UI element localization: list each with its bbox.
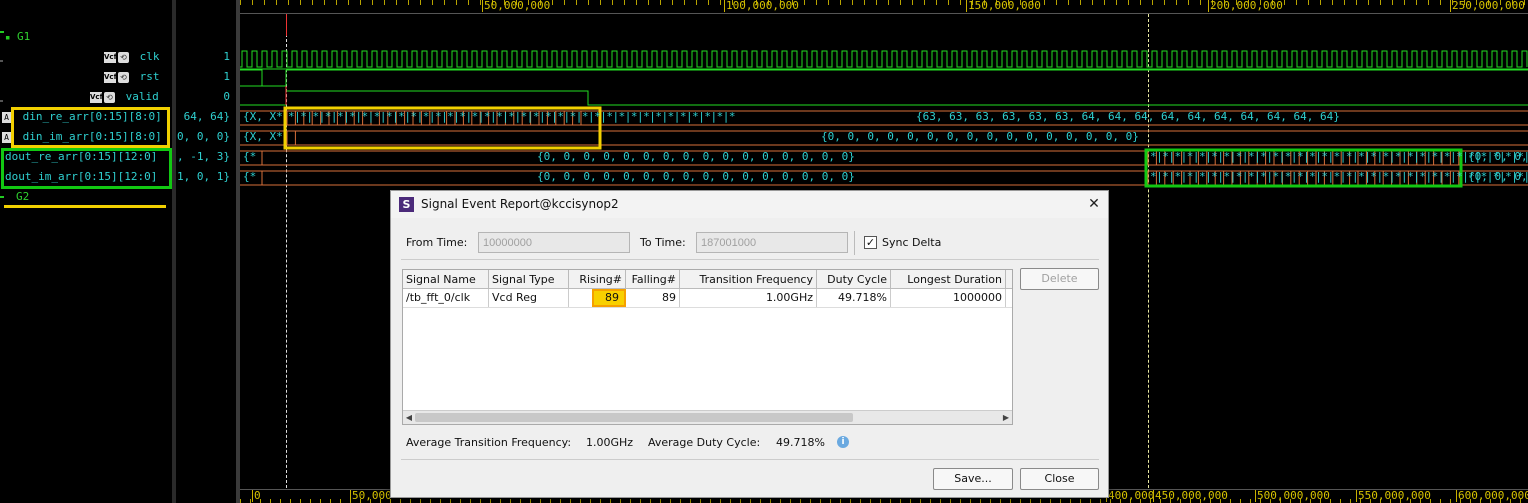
info-icon[interactable]: i xyxy=(837,436,849,448)
from-time-label: From Time: xyxy=(406,236,468,249)
edge-icon: ⟲ xyxy=(118,71,129,83)
signal-values-panel: 1 1 0 64, 64} 0, 0, 0} , -1, 3} 1, 0, 1} xyxy=(176,0,236,503)
to-time-label: To Time: xyxy=(640,236,686,249)
ruler-tick-label: 550,000,000 xyxy=(1358,489,1431,502)
cell-falling: 89 xyxy=(626,289,680,307)
sync-delta-checkbox[interactable]: ✓ xyxy=(864,236,877,249)
dout-re-prefix: {* xyxy=(243,150,257,163)
column-header[interactable]: Longest Duration xyxy=(891,270,1006,289)
value-rst: 1 xyxy=(223,70,230,83)
table-row[interactable]: /tb_fft_0/clk Vcd Reg 89 89 1.00GHz 49.7… xyxy=(403,289,1012,308)
cell-duty-cycle: 49.718% xyxy=(817,289,891,307)
column-header[interactable]: Signal Type xyxy=(489,270,569,289)
vcf-icon: Vcf xyxy=(104,51,117,63)
signal-row-clk[interactable]: Vcf ⟲ clk xyxy=(104,48,160,66)
array-icon: A xyxy=(2,111,11,123)
din-re-value: {63, 63, 63, 63, 63, 63, 64, 64, 64, 64,… xyxy=(916,110,1340,123)
column-header[interactable]: Rising# xyxy=(569,270,626,289)
scroll-left-icon[interactable]: ◀ xyxy=(404,412,414,423)
to-time-field[interactable] xyxy=(696,232,848,253)
signal-name: clk xyxy=(139,50,160,63)
close-button[interactable]: Close xyxy=(1020,468,1099,490)
cell-signal-name: /tb_fft_0/clk xyxy=(403,289,489,307)
column-header[interactable]: Transition Frequency xyxy=(680,270,817,289)
table-header: Signal Name Signal Type Rising# Falling#… xyxy=(403,270,1012,289)
column-header[interactable]: Falling# xyxy=(626,270,680,289)
signal-event-report-dialog: S Signal Event Report@kccisynop2 ✕ From … xyxy=(390,190,1109,498)
din-im-prefix: {X, X* xyxy=(243,130,283,143)
column-header[interactable]: Signal Name xyxy=(403,270,489,289)
vcf-icon: Vcf xyxy=(104,71,117,83)
edge-icon: ⟲ xyxy=(104,91,115,103)
group-g2-underline xyxy=(4,205,166,208)
signal-name: valid xyxy=(125,90,159,103)
value-valid: 0 xyxy=(223,90,230,103)
din-im-value: {0, 0, 0, 0, 0, 0, 0, 0, 0, 0, 0, 0, 0, … xyxy=(821,130,1139,143)
scroll-right-icon[interactable]: ▶ xyxy=(1001,412,1011,423)
clk-wave xyxy=(240,50,1528,70)
dout-im-prefix: {* xyxy=(243,170,257,183)
cell-signal-type: Vcd Reg xyxy=(489,289,569,307)
event-table: Signal Name Signal Type Rising# Falling#… xyxy=(402,269,1013,425)
cell-longest-duration: 1000000 xyxy=(891,289,1006,307)
ruler-tick-label: 400,000 xyxy=(1108,489,1155,502)
close-icon[interactable]: ✕ xyxy=(1084,194,1104,214)
delete-button[interactable]: Delete xyxy=(1020,268,1099,290)
edge-icon: ⟲ xyxy=(118,51,129,63)
horizontal-scrollbar[interactable]: ◀ ▶ xyxy=(403,410,1012,424)
signal-names-panel: ▪ G1 Vcf ⟲ clk Vcf ⟲ rst Vcf ⟲ valid A din_… xyxy=(0,0,172,503)
array-icon: A xyxy=(2,131,11,143)
din-re-stars: *|*|*|*|*|*|*|*|*|*|*|*|*|*|*|*|*|*|*|*|… xyxy=(288,110,735,123)
vcf-icon: Vcf xyxy=(90,91,103,103)
cell-rising: 89 xyxy=(592,289,626,307)
dout-im-value: {0, 0, 0, 0, 0, 0, 0, 0, 0, 0, 0, 0, 0, … xyxy=(537,170,855,183)
ruler-tick-label: 500,000,000 xyxy=(1257,489,1330,502)
valid-wave xyxy=(240,90,1528,106)
group-g2-label[interactable]: G2 xyxy=(16,190,29,203)
value-din-re: 64, 64} xyxy=(183,110,230,123)
from-time-field[interactable] xyxy=(478,232,630,253)
column-header[interactable]: Duty Cycle xyxy=(817,270,891,289)
scrollbar-thumb[interactable] xyxy=(415,413,853,422)
signal-row-valid[interactable]: Vcf ⟲ valid xyxy=(90,88,159,106)
rst-wave xyxy=(240,69,1528,87)
signal-name: rst xyxy=(139,70,160,83)
dialog-title: Signal Event Report@kccisynop2 xyxy=(421,197,619,211)
sync-delta-label: Sync Delta xyxy=(882,236,942,249)
dialog-titlebar[interactable]: S Signal Event Report@kccisynop2 ✕ xyxy=(391,191,1108,218)
value-din-im: 0, 0, 0} xyxy=(177,130,230,143)
group-g1-text: G1 xyxy=(17,30,31,43)
app-icon: S xyxy=(399,197,414,212)
avg-freq-value: 1.00GHz xyxy=(586,436,634,449)
ruler-tick-label: 450,000,000 xyxy=(1155,489,1228,502)
value-dout-im: 1, 0, 1} xyxy=(177,170,230,183)
save-button[interactable]: Save... xyxy=(933,468,1013,490)
dout-re-value: {0, 0, 0, 0, 0, 0, 0, 0, 0, 0, 0, 0, 0, … xyxy=(537,150,855,163)
cell-transition-frequency: 1.00GHz xyxy=(680,289,817,307)
group-g1-label[interactable]: ▪ G1 xyxy=(5,30,30,43)
value-clk: 1 xyxy=(223,50,230,63)
dout-highlight-box xyxy=(1,148,172,189)
ruler-tick-label: 0 xyxy=(254,489,261,502)
avg-freq-label: Average Transition Frequency: xyxy=(406,436,572,449)
din-re-prefix: {X, X* xyxy=(243,110,283,123)
dout-im-tail: {0, 0, 0, xyxy=(1468,170,1528,183)
ruler-tick-label: 50,000 xyxy=(352,489,392,502)
dout-re-tail: {0, 0, 0, xyxy=(1468,150,1528,163)
din-highlight-box xyxy=(11,107,170,148)
signal-row-rst[interactable]: Vcf ⟲ rst xyxy=(104,68,160,86)
avg-duty-value: 49.718% xyxy=(776,436,825,449)
ruler-tick-label: 600,000,000 xyxy=(1458,489,1528,502)
avg-duty-label: Average Duty Cycle: xyxy=(648,436,761,449)
value-dout-re: , -1, 3} xyxy=(177,150,230,163)
